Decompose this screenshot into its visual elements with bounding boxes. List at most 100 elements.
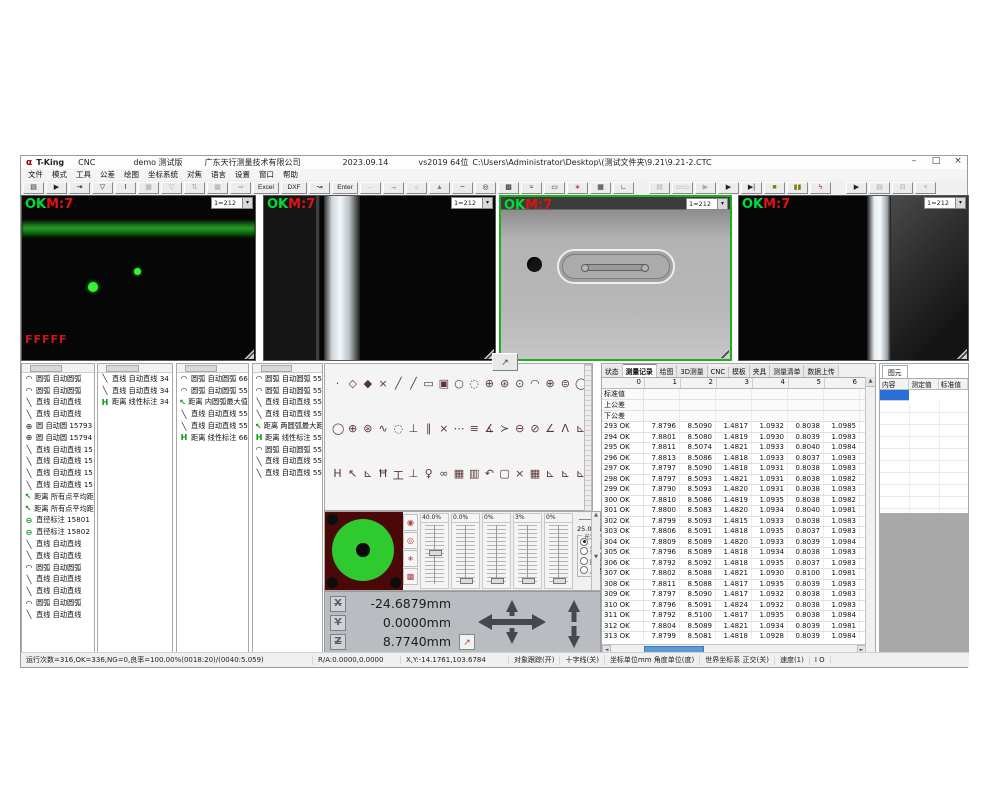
measurement-row[interactable]: 302 OK7.87998.50931.48151.09330.80381.09… bbox=[602, 517, 875, 528]
relation-tool-icon[interactable]: ∥ bbox=[423, 422, 434, 435]
measure-tool-icon[interactable]: ⊕ bbox=[484, 377, 495, 390]
backlight-mode-button[interactable]: ▩ bbox=[403, 568, 418, 585]
relation-tool-icon[interactable]: ∡ bbox=[484, 422, 495, 435]
feature-list-item[interactable]: ╲ 直线 自动直线 55 bbox=[253, 397, 322, 409]
menu-item[interactable]: 公差 bbox=[100, 169, 115, 180]
pattern-button[interactable]: ▩ bbox=[498, 182, 519, 194]
light-channel-slider[interactable]: 0.0% bbox=[451, 513, 480, 589]
feature-list-item[interactable]: ╲ 直线 自动直线 bbox=[22, 397, 94, 409]
measure-tool-icon[interactable]: ⊙ bbox=[514, 377, 525, 390]
measure-tool-icon[interactable]: ◌ bbox=[469, 377, 480, 390]
measure-tool-icon[interactable]: × bbox=[378, 377, 389, 390]
maximize-button[interactable]: □ bbox=[929, 156, 943, 166]
step-button[interactable]: ▶ bbox=[846, 182, 867, 194]
feature-list-item[interactable]: H 距离 线性标注 34 bbox=[98, 397, 172, 409]
ring-mode-button[interactable]: ◉ bbox=[403, 514, 418, 531]
save2-button[interactable]: ▤ bbox=[649, 182, 670, 194]
menu-item[interactable]: 工具 bbox=[76, 169, 91, 180]
light-channel-slider[interactable]: 0% bbox=[482, 513, 511, 589]
measure-tool-icon[interactable]: ▭ bbox=[423, 377, 434, 390]
measurement-row[interactable]: 312 OK7.88048.50891.48211.09340.80391.09… bbox=[602, 622, 875, 633]
blank-button[interactable]: ▭ bbox=[544, 182, 565, 194]
list2-hscrollbar[interactable] bbox=[98, 364, 172, 373]
measurement-row[interactable]: 303 OK7.88068.50911.48181.09350.80371.09… bbox=[602, 527, 875, 538]
ring-light-preview[interactable] bbox=[325, 512, 403, 590]
measurement-row[interactable]: 304 OK7.88098.50891.48201.09330.80391.09… bbox=[602, 538, 875, 549]
feature-list-item[interactable]: ↖ 距离 两圆弧最大距 bbox=[253, 420, 322, 432]
menu-item[interactable]: 对焦 bbox=[187, 169, 202, 180]
measurement-row[interactable]: 301 OK7.88008.50831.48201.09340.80401.09… bbox=[602, 506, 875, 517]
measurement-row[interactable]: 310 OK7.87968.50911.48241.09320.80381.09… bbox=[602, 601, 875, 612]
excel-button[interactable]: Excel bbox=[253, 182, 279, 194]
measure-tool-icon[interactable]: ○ bbox=[454, 377, 465, 390]
overall-radio[interactable] bbox=[580, 538, 588, 546]
feature-list-item[interactable]: ◠ 圆弧 自动圆弧 bbox=[22, 597, 94, 609]
feature-list-item[interactable]: ◠ 圆弧 自动圆弧 55 bbox=[253, 373, 322, 385]
records-tab[interactable]: 状态 bbox=[602, 365, 623, 377]
records-vscrollbar[interactable]: ▲ bbox=[865, 377, 875, 654]
measure-tool-icon[interactable]: ╱ bbox=[408, 377, 419, 390]
stop-button[interactable]: ■ bbox=[764, 182, 785, 194]
black-calib-radio[interactable] bbox=[580, 566, 588, 574]
feature-list-item[interactable]: ⊕ 圆 自动圆 15794 bbox=[22, 432, 94, 444]
probe2-button[interactable]: ▽ bbox=[161, 182, 182, 194]
slider-thumb[interactable] bbox=[491, 578, 504, 584]
relation-tool-icon[interactable]: ⊥ bbox=[408, 422, 419, 435]
feature-list-item[interactable]: ↖ 距离 内圆弧最大值 bbox=[177, 397, 248, 409]
annotation-tool-icon[interactable]: ⊾ bbox=[545, 467, 556, 483]
records-tab[interactable]: 模板 bbox=[729, 365, 750, 377]
export-curve-button[interactable]: ↝ bbox=[309, 182, 330, 194]
menu-item[interactable]: 坐标系统 bbox=[148, 169, 178, 180]
probe-button[interactable]: ▽ bbox=[92, 182, 113, 194]
low-radio[interactable] bbox=[580, 547, 588, 555]
feature-list-item[interactable]: ↖ 距离 所有点平均距 bbox=[22, 491, 94, 503]
chart-button[interactable]: ∟ bbox=[613, 182, 634, 194]
image-button[interactable]: ▲ bbox=[429, 182, 450, 194]
relation-tool-icon[interactable]: ∠ bbox=[545, 422, 556, 435]
feature-list-item[interactable]: ◠ 圆弧 自动圆弧 55 bbox=[253, 385, 322, 397]
matrix-button[interactable]: ▦ bbox=[590, 182, 611, 194]
enter-button[interactable]: Enter bbox=[332, 182, 358, 194]
relation-tool-icon[interactable]: × bbox=[438, 422, 449, 435]
prev-button[interactable]: ← bbox=[360, 182, 381, 194]
tolerance-row[interactable]: 下公差 bbox=[602, 411, 875, 422]
feature-list-item[interactable]: ╲ 直线 自动直线 bbox=[22, 609, 94, 621]
feature-list-item[interactable]: ╲ 直线 自动直线 55 bbox=[253, 408, 322, 420]
palette-vscrollbar[interactable] bbox=[584, 364, 592, 512]
camera-view-4[interactable]: OKM:7 1=212▾ bbox=[738, 195, 969, 361]
move-button[interactable]: ⇒ bbox=[230, 182, 251, 194]
element-tab[interactable]: 图元 bbox=[882, 365, 908, 378]
splitter-button[interactable]: ↗ bbox=[492, 353, 518, 371]
camera3-zoom-select[interactable]: 1=212▾ bbox=[686, 198, 728, 210]
relation-tool-icon[interactable]: ⊛ bbox=[362, 422, 373, 435]
annotation-tool-icon[interactable]: Ħ bbox=[378, 467, 389, 483]
feature-list-item[interactable]: ╲ 直线 自动直线 55 bbox=[177, 420, 248, 432]
surface2-button[interactable]: ▦ bbox=[207, 182, 228, 194]
relation-tool-icon[interactable]: ≡ bbox=[469, 422, 480, 435]
feature-list-item[interactable]: ╲ 直线 自动直线 bbox=[22, 585, 94, 597]
element-selected-cell[interactable] bbox=[880, 390, 909, 401]
run-button[interactable]: ϟ bbox=[810, 182, 831, 194]
annotation-tool-icon[interactable]: × bbox=[514, 467, 525, 483]
slider-thumb[interactable] bbox=[429, 550, 442, 556]
minimize-button[interactable]: – bbox=[907, 156, 921, 166]
light-channel-slider[interactable]: 3% bbox=[513, 513, 542, 589]
next-button[interactable]: → bbox=[383, 182, 404, 194]
measurement-row[interactable]: 293 OK7.87968.50901.48171.09320.80381.09… bbox=[602, 422, 875, 433]
feature-list-item[interactable]: ╲ 直线 自动直线 55 bbox=[177, 408, 248, 420]
relation-tool-icon[interactable]: ⊕ bbox=[347, 422, 358, 435]
measure-tool-icon[interactable]: ⊛ bbox=[499, 377, 510, 390]
list3-hscrollbar[interactable] bbox=[177, 364, 248, 373]
camera1-zoom-select[interactable]: 1=212▾ bbox=[211, 197, 253, 209]
measurement-row[interactable]: 298 OK7.87978.50931.48211.09310.80381.09… bbox=[602, 475, 875, 486]
segment-mode-button[interactable]: ∗ bbox=[403, 550, 418, 567]
open-button[interactable]: ▶ bbox=[46, 182, 67, 194]
relation-tool-icon[interactable]: ⋯ bbox=[454, 422, 465, 435]
feature-list-item[interactable]: ╲ 直线 自动直线 55 bbox=[253, 456, 322, 468]
coaxial-mode-button[interactable]: ◎ bbox=[403, 532, 418, 549]
camera-view-2[interactable]: OKM:7 1=212▾ bbox=[263, 195, 496, 361]
feature-list-item[interactable]: ⊕ 圆 自动圆 15793 bbox=[22, 420, 94, 432]
pause-button[interactable]: ▮▮ bbox=[787, 182, 808, 194]
menu-item[interactable]: 语言 bbox=[211, 169, 226, 180]
annotation-tool-icon[interactable]: ▥ bbox=[469, 467, 480, 483]
